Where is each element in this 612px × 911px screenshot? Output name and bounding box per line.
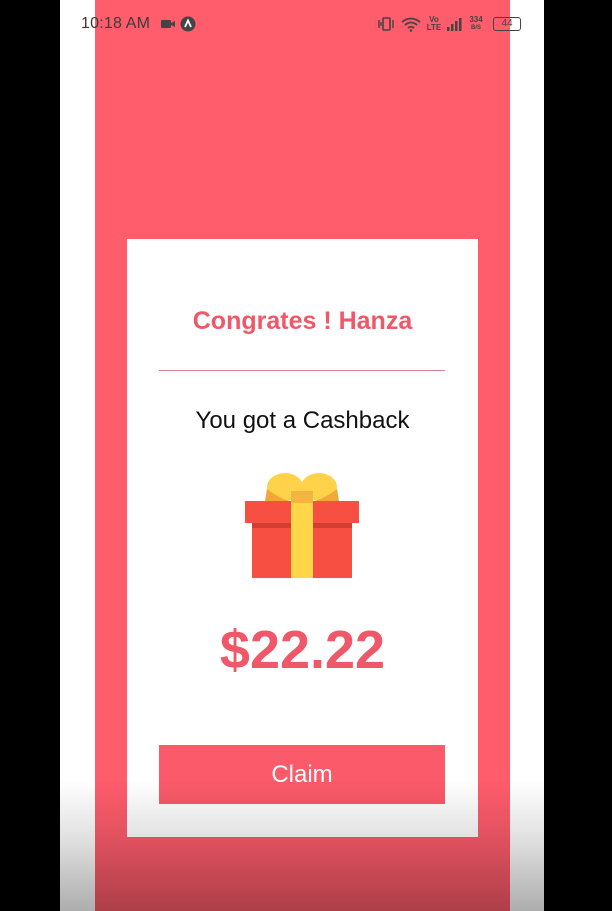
status-time: 10:18 AM: [81, 15, 151, 32]
network-speed-unit: B/S: [470, 25, 481, 31]
network-speed-value: 334: [469, 15, 483, 24]
battery-level: 44: [501, 18, 513, 29]
claim-button[interactable]: Claim: [159, 745, 445, 804]
gift-icon: [245, 473, 359, 578]
congrats-title: Congrates ! Hanza: [192, 307, 413, 335]
app-notification-icon: [180, 16, 196, 32]
cashback-card: Congrates ! Hanza You got a Cashback $22…: [127, 239, 478, 837]
battery-icon: 44: [493, 17, 521, 31]
video-record-icon: [161, 20, 175, 28]
network-speed: 334 B/S: [466, 16, 486, 32]
volte-bottom-label: LTE: [426, 23, 442, 32]
wifi-icon: [401, 17, 421, 32]
title-divider: [159, 370, 445, 371]
status-bar: 10:18 AM Vo LTE 334 B/S 44: [60, 0, 544, 46]
cashback-subtitle: You got a Cashback: [195, 407, 410, 434]
vibrate-icon: [378, 17, 394, 31]
cashback-amount: $22.22: [219, 620, 386, 680]
signal-icon: [447, 18, 462, 31]
volte-indicator: Vo LTE: [426, 16, 442, 32]
